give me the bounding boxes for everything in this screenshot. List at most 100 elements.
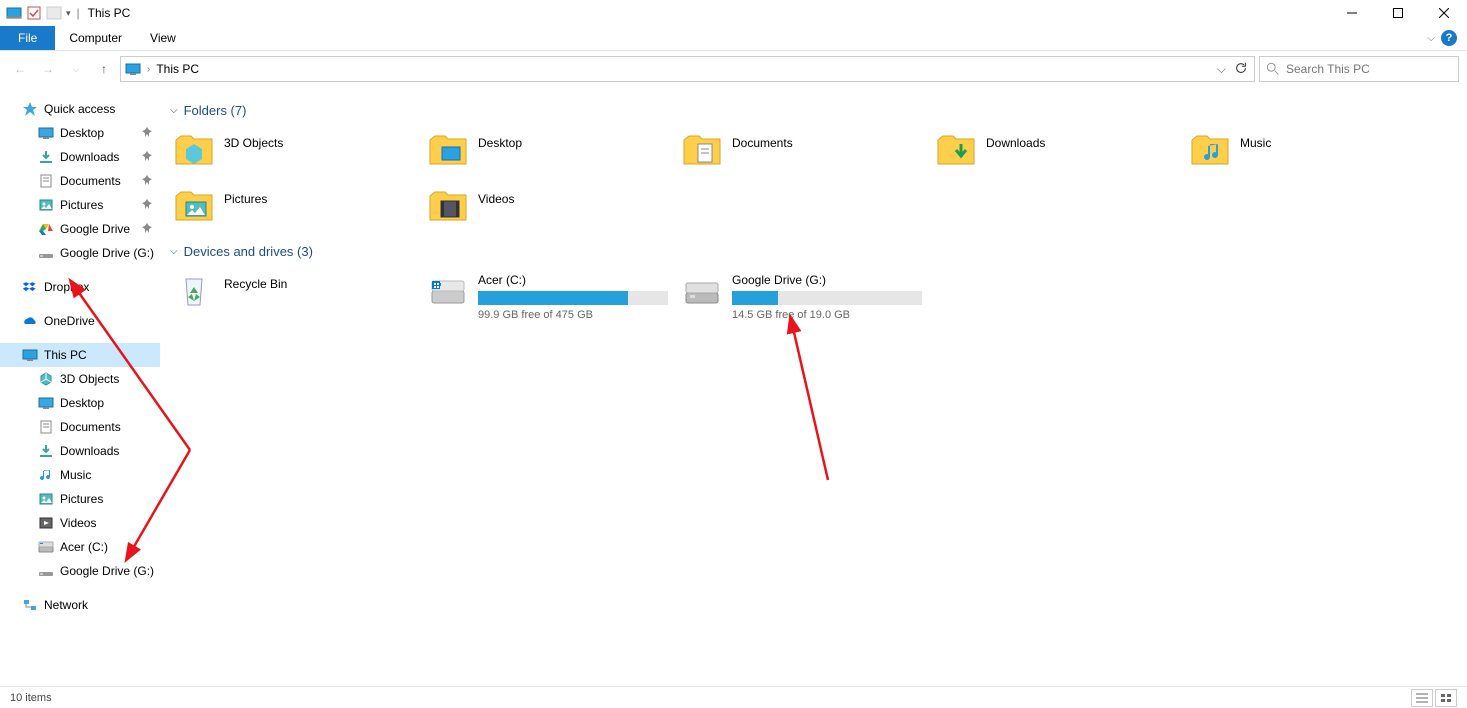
tree-item[interactable]: 3D Objects bbox=[0, 367, 160, 391]
ribbon: File Computer View ⌵ ? bbox=[0, 26, 1467, 51]
pin-icon bbox=[142, 175, 152, 188]
chevron-down-icon: ⌵ bbox=[170, 105, 178, 116]
drive-tile[interactable]: Google Drive (G:) 14.5 GB free of 19.0 G… bbox=[678, 267, 932, 325]
address-text: This PC bbox=[156, 62, 199, 76]
forward-button[interactable]: → bbox=[36, 57, 60, 81]
tree-item[interactable]: Pictures bbox=[0, 487, 160, 511]
computer-tab[interactable]: Computer bbox=[55, 26, 136, 50]
music-icon bbox=[38, 467, 54, 483]
music-folder-icon bbox=[1190, 130, 1230, 173]
qat-newfolder-icon[interactable] bbox=[46, 5, 62, 21]
tree-item[interactable]: Documents bbox=[0, 169, 160, 193]
content-area[interactable]: ⌵ Folders (7) 3D Objects Desktop Documen… bbox=[160, 87, 1467, 686]
drive-tile[interactable]: Acer (C:) 99.9 GB free of 475 GB bbox=[424, 267, 678, 325]
videos-folder-icon bbox=[428, 186, 468, 229]
address-bar[interactable]: › This PC ⌵ bbox=[120, 56, 1255, 82]
recent-locations-button[interactable]: ⌵ bbox=[64, 57, 88, 81]
tree-this-pc[interactable]: This PC bbox=[0, 343, 160, 367]
onedrive-icon bbox=[22, 313, 38, 329]
tree-item[interactable]: Downloads bbox=[0, 439, 160, 463]
search-box[interactable] bbox=[1259, 56, 1459, 82]
desktop-icon bbox=[38, 125, 54, 141]
tree-quick-access[interactable]: Quick access bbox=[0, 97, 160, 121]
refresh-button[interactable] bbox=[1234, 61, 1248, 78]
search-icon bbox=[1266, 62, 1280, 76]
drive-icon bbox=[38, 563, 54, 579]
dropbox-icon bbox=[22, 279, 38, 295]
folders-group-header[interactable]: ⌵ Folders (7) bbox=[170, 103, 1467, 118]
documents-icon bbox=[38, 173, 54, 189]
star-icon bbox=[22, 101, 38, 117]
tree-item[interactable]: Documents bbox=[0, 415, 160, 439]
tree-item[interactable]: Desktop bbox=[0, 121, 160, 145]
thispc-icon bbox=[125, 61, 141, 77]
tree-item[interactable]: Music bbox=[0, 463, 160, 487]
tree-item[interactable]: Videos bbox=[0, 511, 160, 535]
drive-icon bbox=[38, 245, 54, 261]
search-input[interactable] bbox=[1286, 62, 1452, 76]
pictures-folder-icon bbox=[174, 186, 214, 229]
drive-usage-bar bbox=[732, 291, 922, 305]
tree-item[interactable]: Desktop bbox=[0, 391, 160, 415]
file-tab[interactable]: File bbox=[0, 26, 55, 50]
videos-icon bbox=[38, 515, 54, 531]
ribbon-expand-icon[interactable]: ⌵ bbox=[1427, 33, 1435, 44]
up-button[interactable]: ↑ bbox=[92, 57, 116, 81]
drive-free-text: 14.5 GB free of 19.0 GB bbox=[732, 309, 928, 321]
tree-dropbox[interactable]: Dropbox bbox=[0, 275, 160, 299]
3d-icon bbox=[38, 371, 54, 387]
drive-free-text: 99.9 GB free of 475 GB bbox=[478, 309, 674, 321]
tree-network[interactable]: Network bbox=[0, 593, 160, 617]
help-icon[interactable]: ? bbox=[1441, 30, 1457, 46]
tree-onedrive[interactable]: OneDrive bbox=[0, 309, 160, 333]
folder-tile[interactable]: Music bbox=[1186, 126, 1440, 182]
window-title: This PC bbox=[88, 6, 131, 20]
pictures-icon bbox=[38, 491, 54, 507]
close-button[interactable] bbox=[1421, 0, 1467, 26]
3d-folder-icon bbox=[174, 130, 214, 173]
downloads-icon bbox=[38, 149, 54, 165]
documents-icon bbox=[38, 419, 54, 435]
thispc-icon bbox=[22, 347, 38, 363]
folder-tile[interactable]: Pictures bbox=[170, 182, 424, 238]
details-view-button[interactable] bbox=[1411, 689, 1433, 707]
tree-item[interactable]: Acer (C:) bbox=[0, 535, 160, 559]
view-tab[interactable]: View bbox=[136, 26, 190, 50]
qat-dropdown-icon[interactable]: ▾ bbox=[66, 8, 71, 19]
navigation-pane[interactable]: Quick access Desktop Downloads Documents… bbox=[0, 87, 160, 686]
network-icon bbox=[22, 597, 38, 613]
back-button[interactable]: ← bbox=[8, 57, 32, 81]
tree-item[interactable]: Pictures bbox=[0, 193, 160, 217]
downloads-folder-icon bbox=[936, 130, 976, 173]
folder-tile[interactable]: 3D Objects bbox=[170, 126, 424, 182]
pin-icon bbox=[142, 223, 152, 236]
folder-tile[interactable]: Desktop bbox=[424, 126, 678, 182]
folder-tile[interactable]: Documents bbox=[678, 126, 932, 182]
localdisk-icon bbox=[38, 539, 54, 555]
downloads-icon bbox=[38, 443, 54, 459]
drive-icon bbox=[682, 271, 722, 314]
address-dropdown-icon[interactable]: ⌵ bbox=[1217, 62, 1226, 77]
large-icons-view-button[interactable] bbox=[1435, 689, 1457, 707]
folder-tile[interactable]: Videos bbox=[424, 182, 678, 238]
qat-properties-icon[interactable] bbox=[26, 5, 42, 21]
tree-item[interactable]: Downloads bbox=[0, 145, 160, 169]
chevron-down-icon: ⌵ bbox=[170, 246, 178, 257]
minimize-button[interactable] bbox=[1329, 0, 1375, 26]
tree-item[interactable]: Google Drive bbox=[0, 217, 160, 241]
status-item-count: 10 items bbox=[10, 692, 52, 704]
maximize-button[interactable] bbox=[1375, 0, 1421, 26]
nav-bar: ← → ⌵ ↑ › This PC ⌵ bbox=[0, 51, 1467, 87]
pictures-icon bbox=[38, 197, 54, 213]
title-bar: ▾ | This PC bbox=[0, 0, 1467, 26]
gdrive-icon bbox=[38, 221, 54, 237]
pin-icon bbox=[142, 151, 152, 164]
pin-icon bbox=[142, 127, 152, 140]
drive-tile[interactable]: Recycle Bin bbox=[170, 267, 424, 323]
tree-item[interactable]: Google Drive (G:) bbox=[0, 559, 160, 583]
pin-icon bbox=[142, 199, 152, 212]
folder-tile[interactable]: Downloads bbox=[932, 126, 1186, 182]
drives-group-header[interactable]: ⌵ Devices and drives (3) bbox=[170, 244, 1467, 259]
drive-label: Acer (C:) bbox=[478, 273, 674, 287]
tree-item[interactable]: Google Drive (G:) bbox=[0, 241, 160, 265]
